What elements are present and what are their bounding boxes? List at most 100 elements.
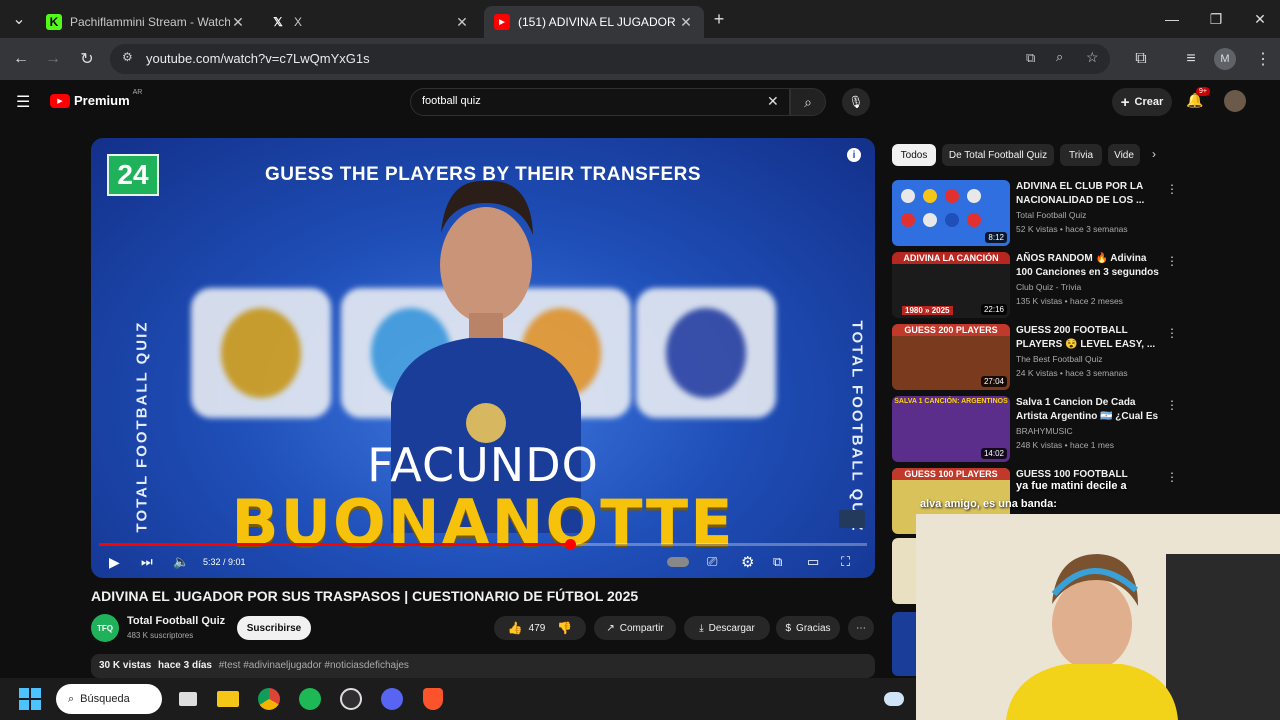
video-player[interactable]: 24 GUESS THE PLAYERS BY THEIR TRANSFERS …	[91, 138, 875, 578]
menu-kebab-icon[interactable]: ⋮	[1250, 46, 1276, 72]
fullscreen-icon[interactable]: ⛶	[841, 552, 850, 572]
thumbs-down-icon[interactable]: 👎	[557, 621, 572, 635]
thumbs-up-icon[interactable]: 👍	[508, 621, 523, 635]
chat-overlay-line-2: alva amigo, es una banda:	[920, 498, 1057, 510]
voice-search-button[interactable]: 🎙	[842, 88, 870, 116]
spotify-icon[interactable]	[296, 685, 324, 713]
like-dislike-group: 👍 479 👎	[494, 616, 586, 640]
more-actions-button[interactable]: ⋯	[848, 616, 874, 640]
search-input[interactable]: football quiz ✕	[410, 88, 790, 116]
more-options-icon[interactable]: ⋮	[1166, 470, 1178, 484]
youtube-play-icon: ▶	[50, 93, 70, 108]
forward-icon[interactable]: →	[40, 46, 66, 72]
description-box[interactable]: 30 K vistas hace 3 días #test #adivinael…	[91, 654, 875, 678]
tab-search-icon[interactable]: ⌄	[6, 6, 32, 32]
chat-overlay-line-1: ya fue matini decile a	[1016, 480, 1127, 492]
url-bar[interactable]: ⚙ youtube.com/watch?v=c7LwQmYxG1s ⧉ ⌕ ☆	[110, 44, 1110, 74]
youtube-header: ☰ ▶ Premium AR football quiz ✕ ⌕ 🎙 + Crea…	[0, 80, 1280, 124]
address-bar-row: ← → ↻ ⚙ youtube.com/watch?v=c7LwQmYxG1s …	[0, 38, 1280, 80]
media-icon[interactable]: ≡	[1178, 46, 1204, 72]
progress-bar[interactable]	[99, 539, 867, 550]
share-icon: ↗	[606, 622, 615, 634]
install-icon[interactable]: ⧉	[1026, 50, 1035, 66]
video-title: ADIVINA EL JUGADOR POR SUS TRASPASOS | C…	[91, 588, 639, 604]
file-explorer-icon[interactable]	[214, 685, 242, 713]
recommended-video[interactable]: GUESS 200 PLAYERS 27:04 GUESS 200 FOOTBA…	[892, 324, 1182, 390]
chip-todos[interactable]: Todos	[892, 144, 936, 166]
notification-count-badge: 9+	[1196, 87, 1210, 96]
video-thumbnail: 8:12	[892, 180, 1010, 246]
more-options-icon[interactable]: ⋮	[1166, 182, 1178, 196]
kick-icon: K	[46, 14, 62, 30]
profile-avatar[interactable]: M	[1214, 48, 1236, 70]
hamburger-menu-icon[interactable]: ☰	[16, 92, 30, 112]
chrome-icon[interactable]	[255, 685, 283, 713]
obs-icon[interactable]	[337, 685, 365, 713]
zoom-icon[interactable]: ⌕	[1056, 49, 1063, 65]
discord-icon[interactable]	[378, 685, 406, 713]
task-view-icon[interactable]	[174, 685, 202, 713]
search-button[interactable]: ⌕	[790, 88, 826, 116]
create-button[interactable]: + Crear	[1112, 88, 1172, 116]
theater-mode-icon[interactable]: ▭	[807, 552, 819, 572]
video-thumbnail	[892, 538, 916, 604]
taskbar-search[interactable]: ⌕ Búsqueda	[56, 684, 162, 714]
close-icon[interactable]: ✕	[454, 14, 470, 31]
recommended-video[interactable]: SALVA 1 CANCIÓN: ARGENTINOS 14:02 Salva …	[892, 396, 1182, 462]
minimize-icon[interactable]: —	[1150, 0, 1194, 38]
account-avatar[interactable]	[1224, 90, 1246, 112]
youtube-logo[interactable]: ▶ Premium AR	[50, 89, 142, 108]
share-button[interactable]: ↗ Compartir	[594, 616, 676, 640]
recommended-video[interactable]: ADIVINA LA CANCIÓN 1980 » 2025 22:16 AÑO…	[892, 252, 1182, 318]
new-tab-button[interactable]: +	[706, 6, 732, 32]
search-icon: ⌕	[68, 692, 75, 705]
miniplayer-icon[interactable]: ⧉	[773, 552, 782, 572]
more-options-icon[interactable]: ⋮	[1166, 254, 1178, 268]
chip-videos[interactable]: Vide	[1108, 144, 1140, 166]
download-button[interactable]: ⤓ Descargar	[684, 616, 770, 640]
view-count: 30 K vistas	[99, 660, 152, 671]
notifications-button[interactable]: 🔔 9+	[1186, 87, 1210, 109]
brave-icon[interactable]	[419, 685, 447, 713]
windows-start-icon[interactable]	[16, 685, 44, 713]
volume-icon[interactable]: 🔈	[173, 552, 189, 572]
windows-taskbar: ⌕ Búsqueda	[0, 678, 916, 720]
maximize-icon[interactable]: ❐	[1194, 0, 1238, 38]
close-window-icon[interactable]: ✕	[1238, 0, 1280, 38]
clear-search-icon[interactable]: ✕	[767, 93, 779, 110]
channel-watermark	[839, 510, 865, 528]
chip-trivia[interactable]: Trivia	[1060, 144, 1102, 166]
extensions-icon[interactable]: ⧉	[1128, 46, 1154, 72]
autoplay-toggle[interactable]	[667, 552, 689, 572]
channel-avatar[interactable]: TFQ	[91, 614, 119, 642]
plus-icon: +	[1120, 93, 1130, 111]
more-options-icon[interactable]: ⋮	[1166, 398, 1178, 412]
recommended-video[interactable]: 8:12 ADIVINA EL CLUB POR LA NACIONALIDAD…	[892, 180, 1182, 246]
channel-name[interactable]: Total Football Quiz	[127, 615, 225, 627]
close-icon[interactable]: ✕	[230, 14, 246, 31]
site-info-icon[interactable]: ⚙	[122, 50, 133, 64]
subscribe-button[interactable]: Suscribirse	[237, 616, 311, 640]
mic-icon: 🎙	[848, 95, 864, 109]
tab-youtube[interactable]: ▶ (151) ADIVINA EL JUGADOR PO ✕	[484, 6, 704, 38]
play-icon[interactable]: ▶	[109, 552, 120, 572]
chips-next-icon[interactable]: ›	[1152, 147, 1156, 161]
settings-gear-icon[interactable]: ⚙	[741, 552, 754, 572]
info-icon[interactable]: i	[847, 148, 861, 162]
chip-channel[interactable]: De Total Football Quiz	[942, 144, 1054, 166]
x-icon: 𝕏	[273, 15, 283, 29]
weather-icon[interactable]	[880, 685, 908, 713]
reload-icon[interactable]: ↻	[74, 46, 100, 72]
subtitles-icon[interactable]: ⎚	[707, 552, 717, 572]
more-options-icon[interactable]: ⋮	[1166, 326, 1178, 340]
tab-x[interactable]: 𝕏 X ✕	[260, 6, 480, 38]
bookmark-star-icon[interactable]: ☆	[1086, 49, 1099, 66]
progress-scrubber[interactable]	[564, 539, 576, 550]
close-icon[interactable]: ✕	[678, 14, 694, 31]
tab-kick[interactable]: K Pachiflammini Stream - Watch ✕	[36, 6, 256, 38]
upload-age: hace 3 días	[158, 660, 212, 671]
back-icon[interactable]: ←	[8, 46, 34, 72]
hashtags[interactable]: #test #adivinaeljugador #noticiasdeficha…	[219, 660, 409, 671]
next-icon[interactable]: ⏭	[141, 552, 153, 572]
thanks-button[interactable]: $ Gracias	[776, 616, 840, 640]
